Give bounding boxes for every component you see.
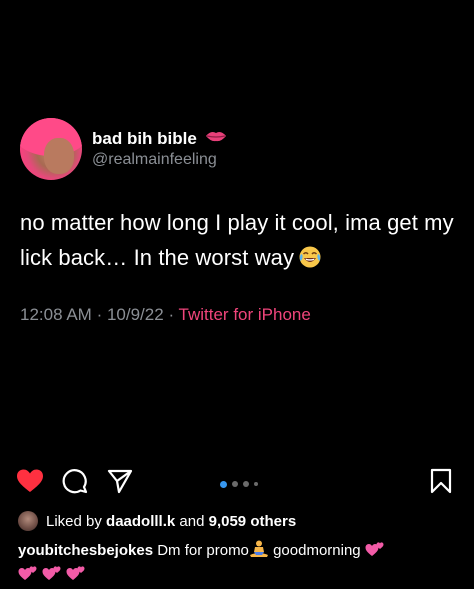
lips-icon [205,128,227,148]
share-icon [107,468,133,499]
comment-button[interactable] [60,468,90,498]
heart-icon [16,468,44,499]
tweet-date: 10/9/22 [106,305,164,324]
two-hearts-icon [66,564,86,588]
like-button[interactable] [15,468,45,498]
author-avatar[interactable] [20,118,82,180]
author-name[interactable]: bad bih bible [92,129,227,149]
post-action-bar [0,462,474,502]
caption-username[interactable]: youbitchesbejokes [18,542,153,559]
tweet-body: no matter how long I play it cool, ima g… [20,210,454,270]
two-hearts-icon [365,540,385,564]
comment-icon [62,468,88,499]
avatar-face [44,138,74,174]
meta-separator: · [96,305,103,324]
bookmark-icon [430,468,452,499]
carousel-dot [232,481,238,487]
author-name-text: bad bih bible [92,129,197,148]
save-button[interactable] [426,468,456,498]
caption-text-2: goodmorning [273,542,361,559]
carousel-indicator [220,480,258,488]
likes-prefix: Liked by [46,512,102,530]
tweet-meta: 12:08 AM · 10/9/22 · Twitter for iPhone [20,305,311,325]
tweet-source[interactable]: Twitter for iPhone [179,305,311,324]
tweet-text: no matter how long I play it cool, ima g… [20,205,460,279]
meta-separator: · [168,305,175,324]
liker-username[interactable]: daadolll.k [106,513,175,530]
tears-of-joy-icon [298,244,322,279]
carousel-dot [254,482,258,486]
two-hearts-icon [18,564,38,588]
two-hearts-icon [42,564,62,588]
tweet-card: bad bih bible @realmainfeeling no matter… [0,0,474,455]
caption-text: Dm for promo [157,542,249,559]
tweet-time: 12:08 AM [20,305,92,324]
meditation-icon [249,540,269,564]
share-button[interactable] [105,468,135,498]
carousel-dot-active [220,480,227,488]
author-handle[interactable]: @realmainfeeling [92,151,217,169]
liker-avatar [18,511,38,531]
likes-and: and [179,512,205,530]
likes-summary[interactable]: Liked by daadolll.k and 9,059 others [18,510,296,532]
post-caption: youbitchesbejokes Dm for promo goodmorni… [18,540,458,588]
carousel-dot [243,481,249,487]
likes-others[interactable]: 9,059 others [209,513,297,530]
